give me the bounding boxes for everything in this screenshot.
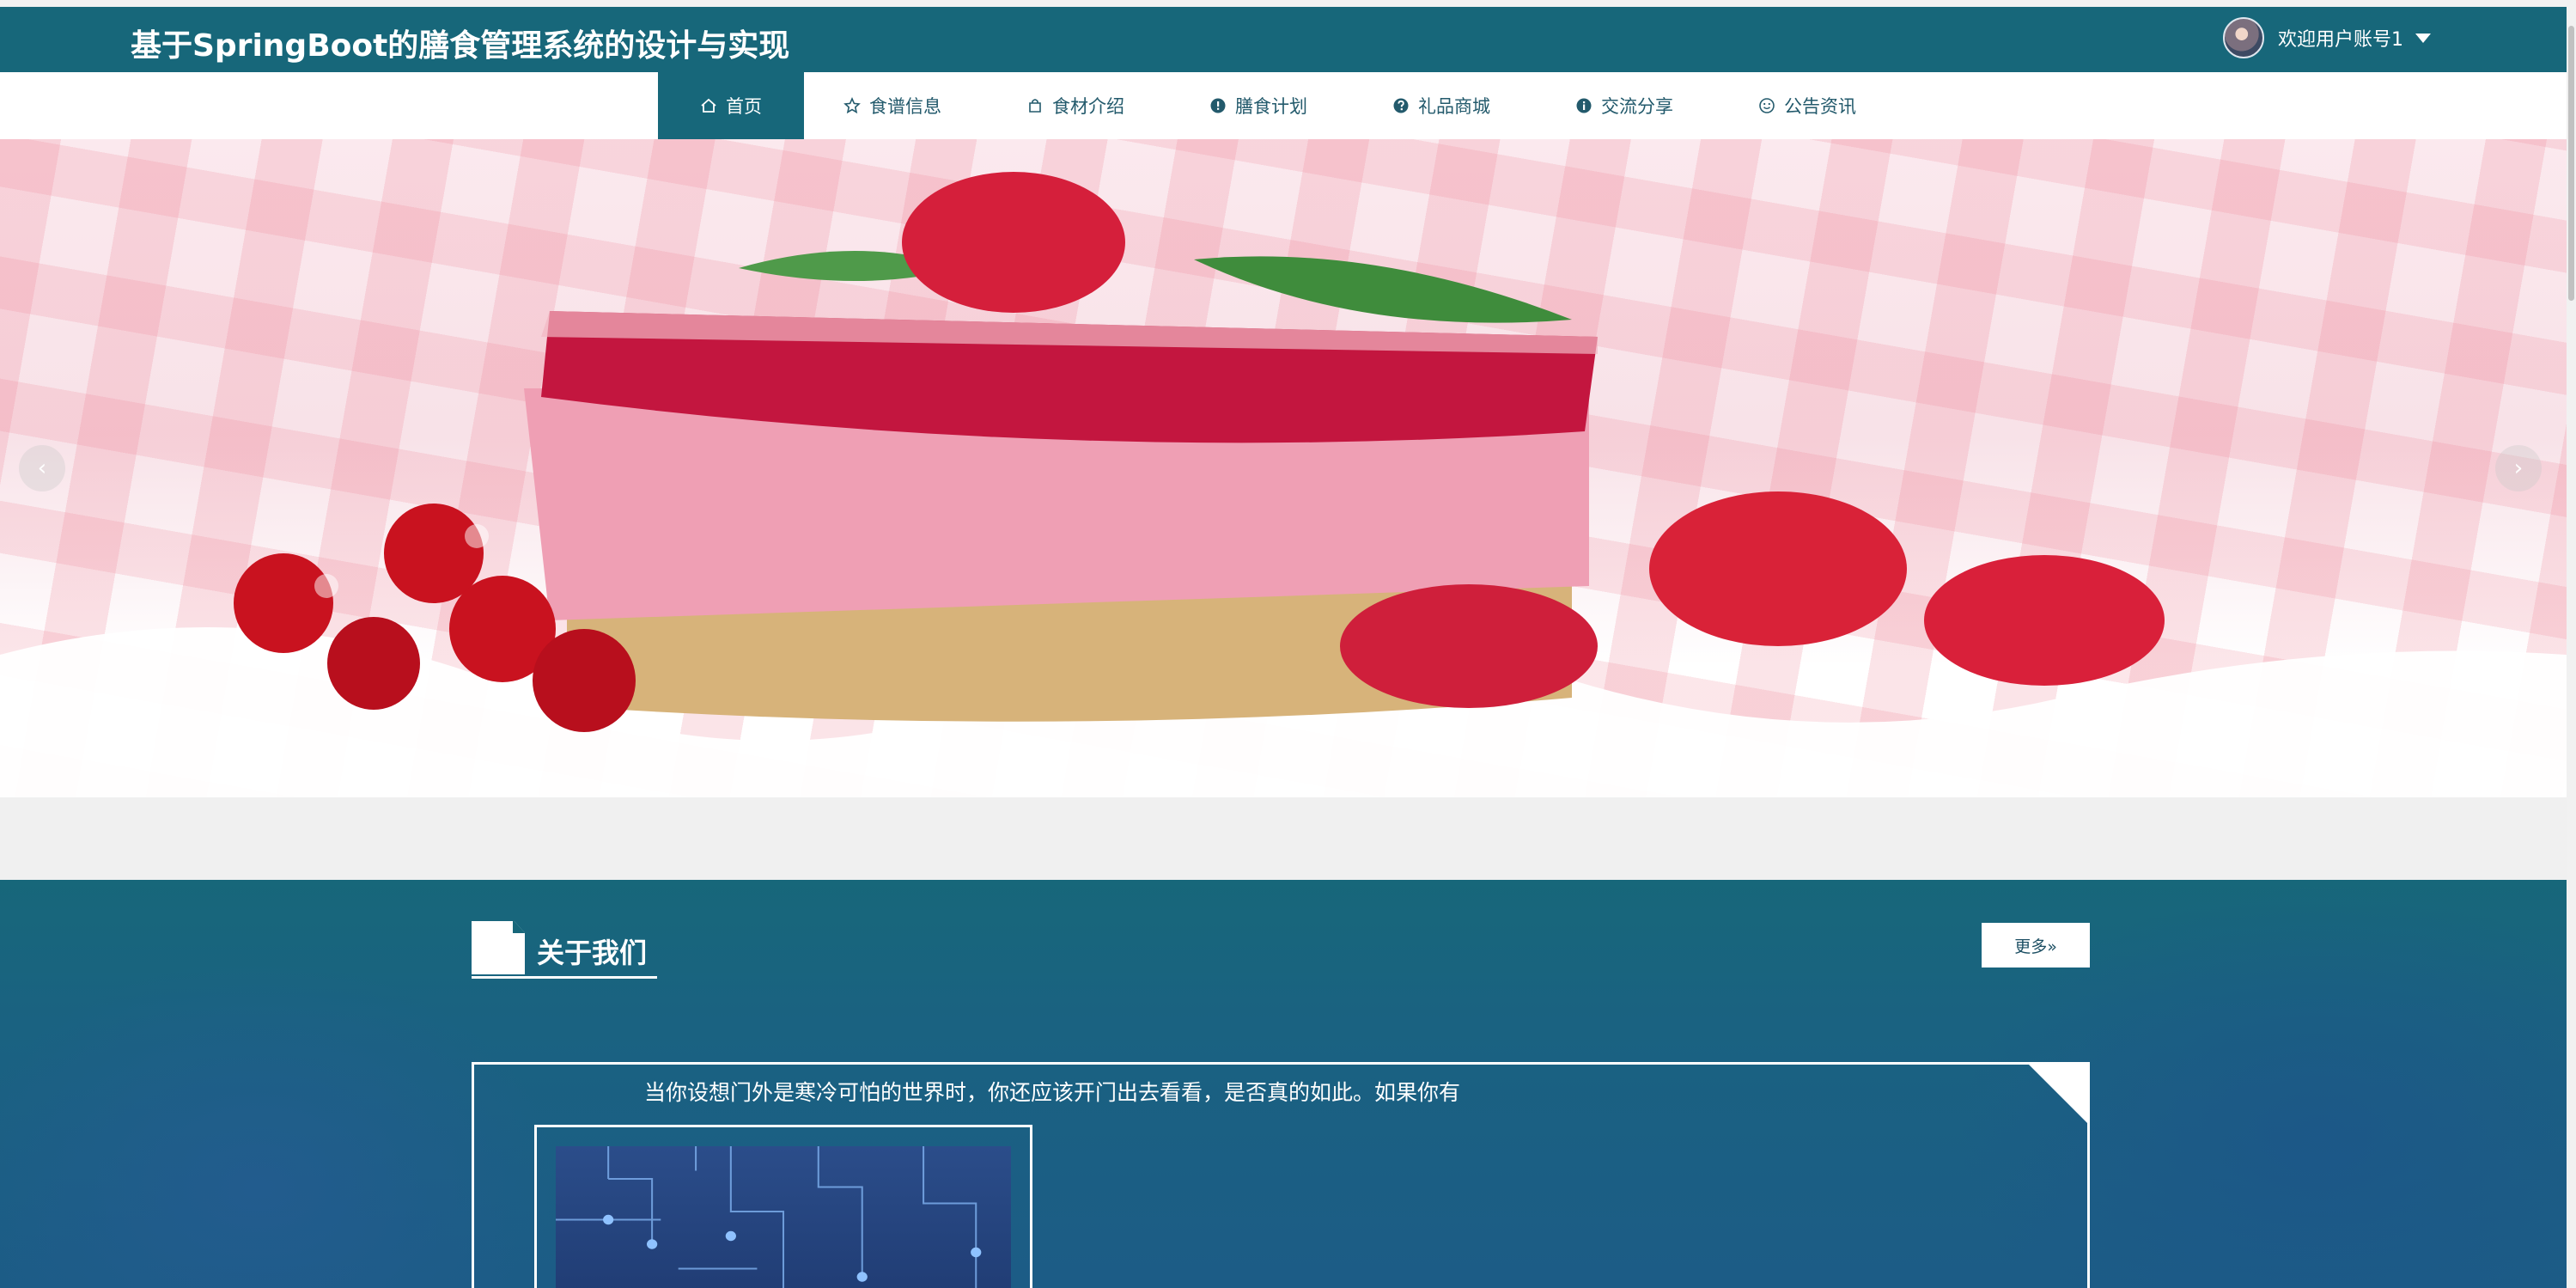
scrollbar-thumb[interactable] [2568, 26, 2574, 301]
nav-item-diet-plan[interactable]: 膳食计划 [1209, 72, 1307, 139]
section-divider [0, 797, 2567, 880]
bag-icon [1029, 99, 1041, 113]
info-circle-icon [1210, 98, 1226, 113]
about-title: 关于我们 [537, 937, 648, 969]
nav-item-label: 交流分享 [1601, 96, 1673, 117]
scrollbar[interactable] [2567, 0, 2576, 1288]
nav-item-label: 食谱信息 [869, 96, 941, 117]
banner-image [0, 172, 2567, 797]
nav-item-gift-mall[interactable]: 礼品商城 [1392, 72, 1490, 139]
more-button[interactable]: 更多» [1982, 923, 2090, 968]
nav-item-home[interactable]: 首页 [658, 72, 804, 139]
nav-item-label: 公告资讯 [1784, 96, 1856, 117]
info-circle-icon [1576, 98, 1592, 113]
nav-item-label: 膳食计划 [1235, 96, 1307, 117]
nav-item-announcements[interactable]: 公告资讯 [1758, 72, 1856, 139]
about-image-frame [534, 1125, 1032, 1288]
caret-down-icon[interactable] [2415, 33, 2431, 43]
home-icon [701, 98, 716, 113]
smile-icon [1759, 98, 1775, 113]
nav-item-label: 首页 [726, 96, 762, 117]
about-heading: 关于我们 [472, 921, 661, 979]
about-image [556, 1146, 1011, 1288]
site-title: 基于SpringBoot的膳食管理系统的设计与实现 [131, 28, 790, 64]
main-nav: 首页 食谱信息 食材介绍 膳食计划 礼品商城 交流分享 公告资讯 [0, 72, 2567, 139]
document-icon [472, 921, 525, 974]
about-title-underline [472, 976, 657, 979]
card-corner-decoration [2026, 1062, 2090, 1126]
nav-item-label: 食材介绍 [1052, 96, 1124, 117]
user-menu[interactable]: 欢迎用户账号1 [2223, 15, 2431, 60]
about-section: 关于我们 更多» 当你设想门外是寒冷可怕的世界时，你还应该开门出去看看，是否真的… [0, 880, 2567, 1288]
nav-item-label: 礼品商城 [1418, 96, 1490, 117]
nav-item-sharing[interactable]: 交流分享 [1575, 72, 1673, 139]
nav-item-recipes[interactable]: 食谱信息 [843, 72, 941, 139]
carousel-next-button[interactable]: › [2495, 445, 2542, 491]
about-text: 当你设想门外是寒冷可怕的世界时，你还应该开门出去看看，是否真的如此。如果你有 [644, 1080, 1461, 1105]
avatar[interactable] [2223, 17, 2264, 58]
user-greeting[interactable]: 欢迎用户账号1 [2278, 24, 2403, 52]
banner-carousel[interactable]: ‹ › [0, 139, 2567, 797]
carousel-prev-button[interactable]: ‹ [19, 445, 65, 491]
circuit-pattern [556, 1146, 982, 1288]
top-header: 基于SpringBoot的膳食管理系统的设计与实现 欢迎用户账号1 [0, 7, 2567, 72]
star-icon [843, 97, 861, 114]
nav-item-ingredients[interactable]: 食材介绍 [1026, 72, 1124, 139]
question-circle-icon [1393, 98, 1409, 113]
